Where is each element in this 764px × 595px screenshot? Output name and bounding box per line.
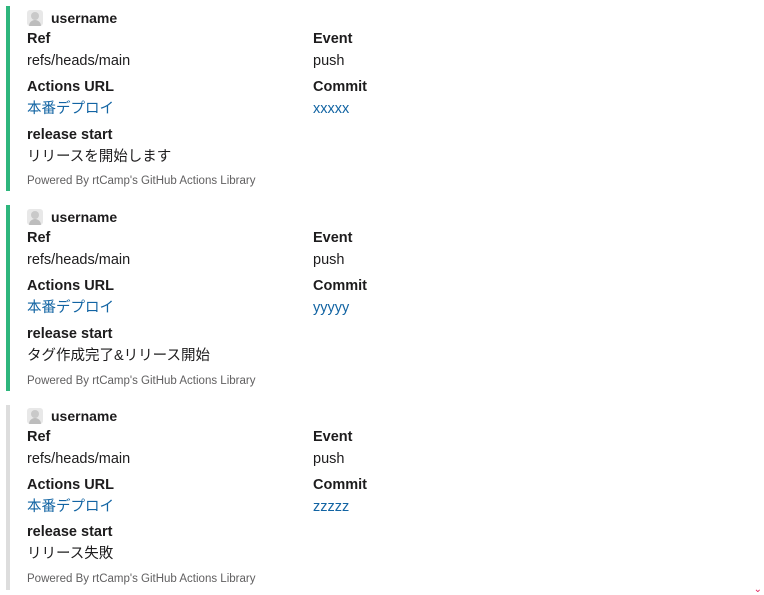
actions-url-link[interactable]: 本番デプロイ <box>27 299 114 317</box>
field-value: リリース失敗 <box>27 546 114 562</box>
field-title: Actions URL <box>27 79 114 95</box>
field-title: Event <box>313 31 353 47</box>
field-value: タグ作成完了&リリース開始 <box>27 348 210 364</box>
user-avatar-icon[interactable] <box>27 209 43 225</box>
footer-text: Powered By rtCamp's GitHub Actions Libra… <box>27 573 256 585</box>
field-value: refs/heads/main <box>27 53 131 69</box>
field-event: Event push <box>313 30 353 70</box>
field-title: release start <box>27 127 113 143</box>
author-name[interactable]: username <box>51 10 117 26</box>
attachment-message-1: username Ref refs/heads/main Event push … <box>6 6 746 191</box>
author-row: username <box>27 8 117 28</box>
field-title: Commit <box>313 477 367 493</box>
field-title: Ref <box>27 429 51 445</box>
field-title: release start <box>27 326 113 342</box>
user-avatar-icon[interactable] <box>27 10 43 26</box>
field-title: Commit <box>313 278 367 294</box>
field-commit: Commit zzzzz <box>313 476 367 516</box>
field-title: Commit <box>313 79 367 95</box>
commit-link[interactable]: yyyyy <box>313 299 367 317</box>
field-actions-url: Actions URL 本番デプロイ <box>27 476 114 516</box>
commit-link[interactable]: xxxxx <box>313 100 367 118</box>
field-release: release start リリース失敗 <box>27 523 113 563</box>
field-title: release start <box>27 524 113 540</box>
field-value: push <box>313 451 345 467</box>
field-title: Event <box>313 429 353 445</box>
user-avatar-icon[interactable] <box>27 408 43 424</box>
actions-url-link[interactable]: 本番デプロイ <box>27 498 114 516</box>
field-title: Ref <box>27 31 51 47</box>
attachment-message-3: username Ref refs/heads/main Event push … <box>6 405 746 590</box>
footer-text: Powered By rtCamp's GitHub Actions Libra… <box>27 375 256 387</box>
commit-link[interactable]: zzzzz <box>313 498 367 516</box>
actions-url-link[interactable]: 本番デプロイ <box>27 100 114 118</box>
field-title: Actions URL <box>27 477 114 493</box>
field-value: リリースを開始します <box>27 149 172 165</box>
author-name[interactable]: username <box>51 209 117 225</box>
field-commit: Commit xxxxx <box>313 78 367 118</box>
field-release: release start タグ作成完了&リリース開始 <box>27 325 210 365</box>
field-title: Event <box>313 230 353 246</box>
author-row: username <box>27 406 117 426</box>
attachment-message-2: username Ref refs/heads/main Event push … <box>6 205 746 391</box>
author-name[interactable]: username <box>51 408 117 424</box>
field-event: Event push <box>313 428 353 468</box>
field-value: push <box>313 252 345 268</box>
field-ref: Ref refs/heads/main <box>27 229 130 269</box>
field-title: Actions URL <box>27 278 114 294</box>
field-event: Event push <box>313 229 353 269</box>
field-commit: Commit yyyyy <box>313 277 367 317</box>
corner-mark-icon: ⌄ <box>753 584 762 595</box>
author-row: username <box>27 207 117 227</box>
field-title: Ref <box>27 230 51 246</box>
field-ref: Ref refs/heads/main <box>27 30 130 70</box>
field-release: release start リリースを開始します <box>27 126 171 166</box>
field-value: refs/heads/main <box>27 451 131 467</box>
field-actions-url: Actions URL 本番デプロイ <box>27 78 114 118</box>
field-actions-url: Actions URL 本番デプロイ <box>27 277 114 317</box>
field-value: refs/heads/main <box>27 252 131 268</box>
footer-text: Powered By rtCamp's GitHub Actions Libra… <box>27 175 256 187</box>
field-ref: Ref refs/heads/main <box>27 428 130 468</box>
field-value: push <box>313 53 345 69</box>
